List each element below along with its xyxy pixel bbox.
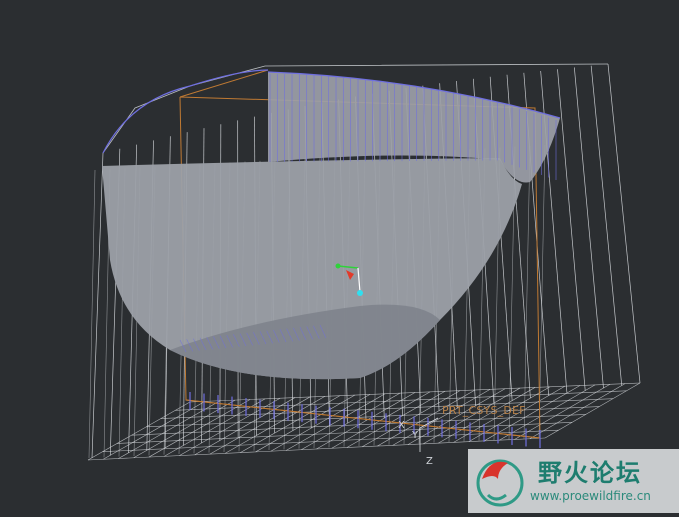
section-wire-line bbox=[523, 145, 531, 439]
axis-label-y: Y bbox=[412, 430, 419, 441]
section-wire-line bbox=[538, 144, 546, 439]
floor-grid-line bbox=[175, 390, 627, 411]
datum-box-edge bbox=[179, 69, 269, 98]
floor-grid-line bbox=[377, 389, 476, 447]
flame-ring-logo-icon bbox=[476, 459, 524, 507]
watermark-title: 野火论坛 bbox=[538, 459, 642, 487]
section-wire-line bbox=[607, 63, 641, 384]
forum-watermark: 野火论坛 www.proewildfire.cn bbox=[468, 449, 679, 513]
hull-edge-curve bbox=[102, 69, 269, 154]
floor-grid-line bbox=[103, 401, 206, 460]
floor-grid-line bbox=[529, 383, 626, 439]
csys-label: PRT_CSYS_DEF bbox=[442, 404, 526, 417]
section-wire-line bbox=[573, 67, 604, 389]
floor-grid-line bbox=[514, 384, 611, 440]
floor-grid-line bbox=[544, 382, 641, 439]
section-wire-line bbox=[91, 152, 104, 459]
floor-grid-line bbox=[346, 390, 446, 448]
floor-grid-line bbox=[118, 400, 221, 459]
triad-point bbox=[335, 263, 341, 269]
model-scene[interactable] bbox=[0, 0, 679, 517]
floor-grid-line bbox=[189, 382, 641, 403]
floor-grid-line bbox=[87, 401, 191, 461]
axis-label-x: X bbox=[398, 420, 405, 431]
floor-grid-line bbox=[160, 398, 613, 419]
triad-origin-point bbox=[357, 290, 363, 296]
axis-label-z: Z bbox=[426, 456, 433, 467]
section-wire-line bbox=[557, 69, 586, 391]
section-wire-line bbox=[590, 65, 623, 386]
model-viewport[interactable]: PRT_CSYS_DEF X Y Z 野火论坛 www.proewildfire… bbox=[0, 0, 679, 517]
section-wire-line bbox=[88, 169, 96, 459]
watermark-url: www.proewildfire.cn bbox=[530, 489, 651, 503]
